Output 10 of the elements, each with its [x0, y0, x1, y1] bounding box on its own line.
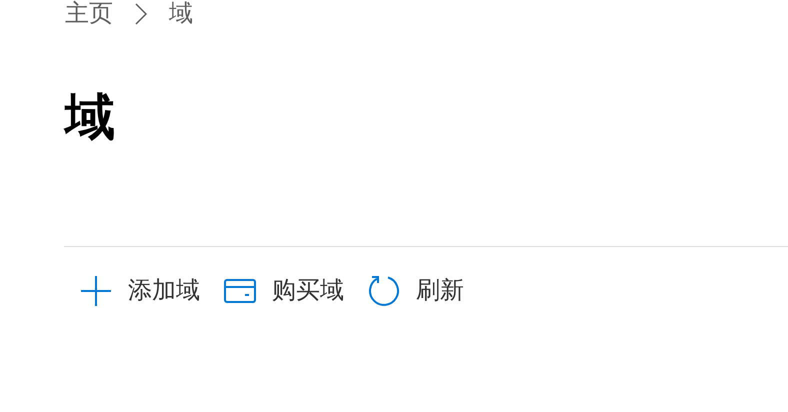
buy-button[interactable]: 购买域 [216, 269, 352, 313]
refresh-button[interactable]: 刷新 [360, 269, 472, 313]
plus-icon [80, 275, 112, 307]
chevron-icon [135, 3, 147, 25]
page-title: 域 [65, 92, 115, 142]
add-button[interactable]: 添加域 [72, 269, 208, 313]
refresh-icon [368, 275, 400, 307]
breadcrumb-link[interactable]: 域 [169, 2, 193, 26]
breadcrumb-link[interactable]: 主页 [65, 2, 113, 26]
card-icon [224, 279, 256, 303]
